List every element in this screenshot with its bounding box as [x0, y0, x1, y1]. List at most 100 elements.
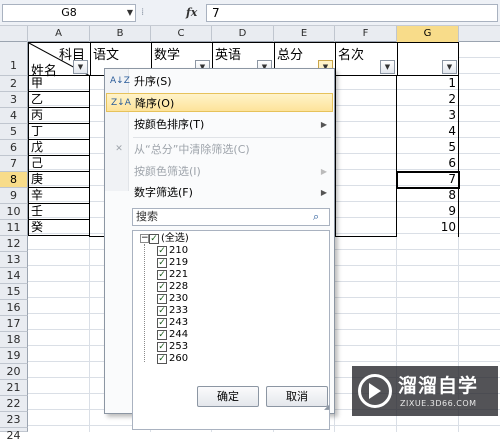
- checkbox-checked-icon[interactable]: ✓: [157, 270, 167, 280]
- search-icon[interactable]: ⌕: [313, 209, 327, 225]
- checkbox-checked-icon[interactable]: ✓: [157, 294, 167, 304]
- row-header-7[interactable]: 7: [0, 156, 28, 172]
- search-placeholder: 搜索: [136, 210, 158, 223]
- checkbox-checked-icon[interactable]: ✓: [157, 306, 167, 316]
- formula-bar-splitter[interactable]: ⁞: [141, 5, 151, 21]
- filter-value-label: 219: [169, 257, 189, 268]
- sort-ascending-item[interactable]: A↓Z 升序(S): [106, 72, 333, 91]
- resize-grip-icon[interactable]: ◢: [324, 403, 332, 411]
- name-cell[interactable]: 丙: [28, 108, 90, 124]
- row-header-14[interactable]: 14: [0, 268, 28, 284]
- name-cell[interactable]: 辛: [28, 188, 90, 204]
- checkbox-checked-icon[interactable]: ✓: [157, 258, 167, 268]
- cancel-button[interactable]: 取消: [266, 386, 328, 407]
- clear-filter-item[interactable]: ✕ 从“总分”中清除筛选(C): [106, 140, 333, 159]
- header-cell-rank[interactable]: 名次 ▼: [335, 42, 397, 76]
- row-header-18[interactable]: 18: [0, 332, 28, 348]
- play-triangle-icon: [369, 383, 381, 399]
- column-header-g[interactable]: G: [397, 26, 459, 42]
- name-cell[interactable]: 庚: [28, 172, 90, 188]
- watermark-url: ZIXUE.3D66.COM: [400, 399, 477, 408]
- filter-value-label: 244: [169, 329, 189, 340]
- checkbox-checked-icon[interactable]: ✓: [157, 282, 167, 292]
- row-header-16[interactable]: 16: [0, 300, 28, 316]
- header-cell-g[interactable]: ▼: [397, 42, 459, 76]
- column-header-e[interactable]: E: [274, 26, 335, 42]
- column-header-a[interactable]: A: [28, 26, 90, 42]
- filter-value-label: 230: [169, 293, 189, 304]
- checkbox-checked-icon[interactable]: ✓: [157, 354, 167, 364]
- row-header-11[interactable]: 11: [0, 220, 28, 236]
- row-header-10[interactable]: 10: [0, 204, 28, 220]
- row-header-4[interactable]: 4: [0, 108, 28, 124]
- checkbox-checked-icon[interactable]: ✓: [157, 318, 167, 328]
- row-header-3[interactable]: 3: [0, 92, 28, 108]
- rank-cell[interactable]: 6: [397, 156, 459, 172]
- row-header-24[interactable]: 24: [0, 428, 28, 442]
- row-header-1[interactable]: 1: [0, 42, 28, 76]
- rank-cell[interactable]: 8: [397, 188, 459, 204]
- name-cell[interactable]: 癸: [28, 220, 90, 236]
- name-cell[interactable]: 戊: [28, 140, 90, 156]
- formula-bar: G8 ▼ ⁞ fx 7: [0, 0, 500, 26]
- number-filters-item[interactable]: 数字筛选(F) ▶: [106, 183, 333, 202]
- header-cell-name-subject[interactable]: 科目 姓名 ▼: [28, 42, 90, 79]
- name-cell[interactable]: 乙: [28, 92, 90, 108]
- row-header-21[interactable]: 21: [0, 380, 28, 396]
- name-cell[interactable]: 丁: [28, 124, 90, 140]
- sort-descending-item[interactable]: Z↓A 降序(O): [106, 93, 333, 112]
- column-header-f[interactable]: F: [335, 26, 397, 42]
- insert-function-icon[interactable]: fx: [186, 4, 204, 22]
- select-all-corner[interactable]: [0, 26, 28, 42]
- filter-by-color-item[interactable]: 按颜色筛选(I) ▶: [106, 162, 333, 181]
- filter-dropdown-a[interactable]: ▼: [73, 60, 88, 74]
- filter-search-input[interactable]: 搜索 ⌕: [132, 208, 330, 226]
- checkbox-checked-icon[interactable]: ✓: [157, 246, 167, 256]
- column-header-c[interactable]: C: [151, 26, 212, 42]
- row-header-19[interactable]: 19: [0, 348, 28, 364]
- collapse-tree-icon[interactable]: −: [140, 234, 149, 243]
- number-filters-label: 数字筛选(F): [134, 186, 193, 199]
- checkbox-checked-icon[interactable]: ✓: [157, 330, 167, 340]
- name-cell[interactable]: 壬: [28, 204, 90, 220]
- row-header-22[interactable]: 22: [0, 396, 28, 412]
- name-box-dropdown-icon[interactable]: ▼: [124, 4, 136, 22]
- row-header-20[interactable]: 20: [0, 364, 28, 380]
- row-header-9[interactable]: 9: [0, 188, 28, 204]
- row-header-2[interactable]: 2: [0, 76, 28, 92]
- rank-cell[interactable]: 10: [397, 220, 459, 236]
- column-headers: A B C D E F G: [0, 26, 500, 42]
- formula-input[interactable]: 7: [206, 4, 498, 22]
- sort-ascending-icon: A↓Z: [110, 76, 130, 86]
- name-cell[interactable]: 己: [28, 156, 90, 172]
- rank-cell[interactable]: 2: [397, 92, 459, 108]
- row-header-15[interactable]: 15: [0, 284, 28, 300]
- filter-dropdown-f[interactable]: ▼: [380, 60, 395, 74]
- rank-cell[interactable]: 9: [397, 204, 459, 220]
- row-header-6[interactable]: 6: [0, 140, 28, 156]
- rank-cell[interactable]: 4: [397, 124, 459, 140]
- header-math-label: 数学: [154, 48, 181, 63]
- sort-by-color-item[interactable]: 按颜色排序(T) ▶: [106, 115, 333, 134]
- checkbox-checked-icon[interactable]: ✓: [157, 342, 167, 352]
- sort-by-color-label: 按颜色排序(T): [134, 118, 205, 131]
- name-box[interactable]: G8: [2, 4, 136, 22]
- rank-cell[interactable]: 1: [397, 76, 459, 92]
- rank-cell[interactable]: 3: [397, 108, 459, 124]
- header-rank-label: 名次: [338, 48, 365, 63]
- row-header-13[interactable]: 13: [0, 252, 28, 268]
- row-header-5[interactable]: 5: [0, 124, 28, 140]
- row-header-12[interactable]: 12: [0, 236, 28, 252]
- rank-cell[interactable]: 5: [397, 140, 459, 156]
- row-header-17[interactable]: 17: [0, 316, 28, 332]
- row-header-23[interactable]: 23: [0, 412, 28, 428]
- column-header-b[interactable]: B: [90, 26, 151, 42]
- row-header-8[interactable]: 8: [0, 172, 28, 188]
- filter-dropdown-g[interactable]: ▼: [442, 60, 457, 74]
- filter-value-label: 221: [169, 269, 189, 280]
- column-header-d[interactable]: D: [212, 26, 274, 42]
- checkbox-checked-icon[interactable]: ✓: [149, 234, 159, 244]
- clear-filter-icon: ✕: [115, 144, 123, 154]
- name-cell[interactable]: 甲: [28, 76, 90, 92]
- ok-button[interactable]: 确定: [197, 386, 259, 407]
